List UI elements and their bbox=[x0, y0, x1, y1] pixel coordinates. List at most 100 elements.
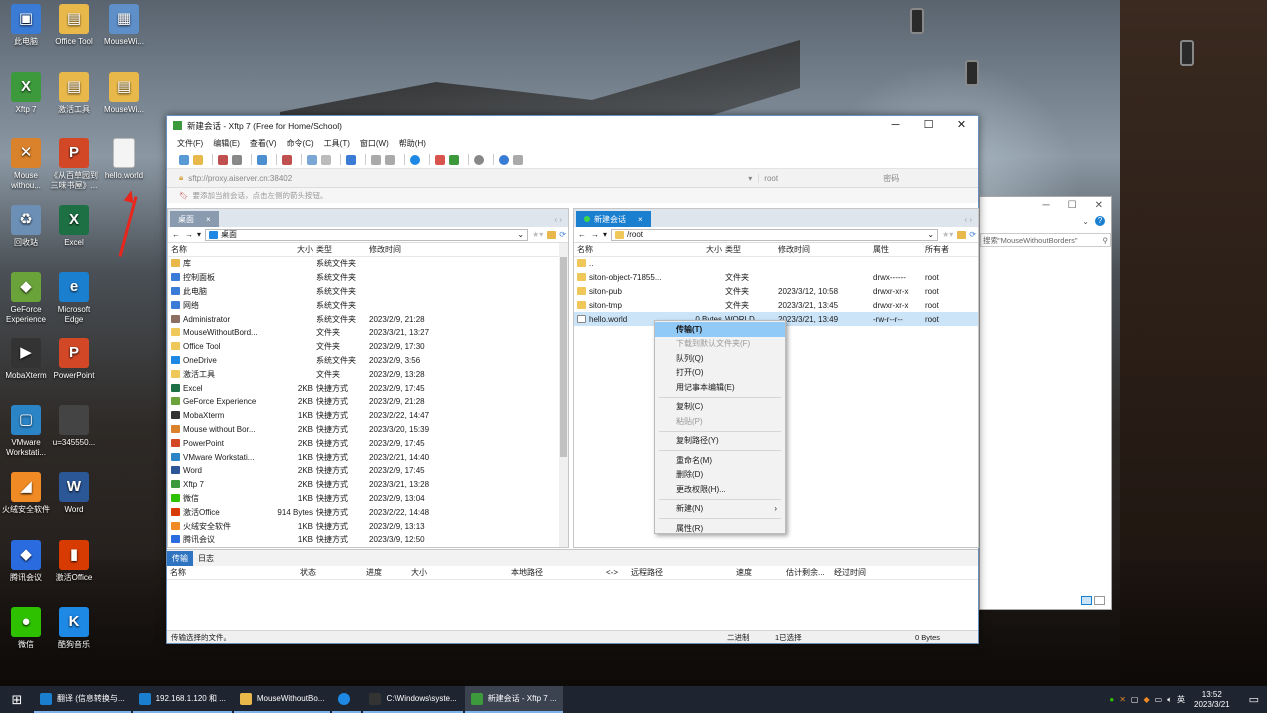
minimize-button[interactable]: ─ bbox=[879, 116, 912, 135]
menu-item[interactable]: 工具(T) bbox=[324, 138, 350, 149]
context-menu-item[interactable]: 重命名(M) bbox=[655, 453, 785, 468]
transfer-column-header[interactable]: 状态 bbox=[297, 567, 363, 578]
close-icon[interactable]: ✕ bbox=[1095, 200, 1103, 211]
search-icon[interactable]: ⚲ bbox=[1103, 236, 1111, 245]
chevron-down-icon[interactable]: ⌄ bbox=[927, 230, 937, 239]
local-file-row[interactable]: VMware Workstati... 1KB 快捷方式 2023/2/21, 14:… bbox=[168, 450, 568, 464]
transfer-column-header[interactable]: 速度 bbox=[733, 567, 783, 578]
title-bar[interactable]: 新建会话 - Xftp 7 (Free for Home/School) ─ ☐… bbox=[167, 116, 978, 135]
folder-icon[interactable] bbox=[547, 230, 557, 239]
local-file-row[interactable]: 火绒安全软件 1KB 快捷方式 2023/2/9, 13:13 bbox=[168, 519, 568, 533]
local-file-row[interactable]: MouseWithoutBord... 文件夹 2023/3/21, 13:27 bbox=[168, 326, 568, 340]
desktop-icon-11[interactable]: ◆ GeForce Experience bbox=[0, 272, 52, 325]
local-scrollbar[interactable] bbox=[559, 243, 568, 547]
paste-icon[interactable] bbox=[321, 154, 331, 165]
desktop-icon-1[interactable]: ▤ Office Tool bbox=[48, 4, 100, 47]
desktop-icon-8[interactable]: hello.world bbox=[98, 138, 150, 181]
local-file-row[interactable]: 网络 系统文件夹 bbox=[168, 298, 568, 312]
refresh-icon[interactable]: ⟳ bbox=[969, 230, 976, 239]
transfer-column-header[interactable]: 远程路径 bbox=[628, 567, 733, 578]
xshell-icon[interactable] bbox=[435, 154, 445, 165]
dropdown-icon[interactable]: ▾ bbox=[748, 174, 752, 183]
details-view-icon[interactable] bbox=[1081, 596, 1092, 605]
maximize-icon[interactable]: ☐ bbox=[1068, 200, 1077, 211]
help-icon[interactable] bbox=[499, 154, 509, 165]
menu-item[interactable]: 查看(V) bbox=[250, 138, 277, 149]
tray-icon[interactable]: ▢ bbox=[1131, 695, 1139, 704]
context-menu-item[interactable]: 复制路径(Y) bbox=[655, 434, 785, 449]
transfer-column-header[interactable]: 大小 bbox=[408, 567, 508, 578]
local-file-row[interactable]: 库 系统文件夹 bbox=[168, 257, 568, 271]
huorong-tray-icon[interactable]: ◆ bbox=[1143, 695, 1149, 704]
desktop-icon-6[interactable]: ✕ Mouse withou... bbox=[0, 138, 52, 191]
bookmark-icon[interactable]: ★▾ bbox=[532, 230, 543, 239]
desktop-icon-13[interactable]: ▶ MobaXterm bbox=[0, 338, 52, 381]
terminal-icon[interactable] bbox=[282, 154, 292, 165]
taskbar-button[interactable]: 翻译 (信息转换与... bbox=[34, 686, 131, 713]
local-file-row[interactable]: MobaXterm 1KB 快捷方式 2023/2/22, 14:47 bbox=[168, 409, 568, 423]
chevron-down-icon[interactable]: ▾ bbox=[197, 230, 201, 239]
xftp-window[interactable]: 新建会话 - Xftp 7 (Free for Home/School) ─ ☐… bbox=[166, 115, 979, 644]
password-input[interactable]: 密码 bbox=[873, 173, 899, 184]
desktop-icon-2[interactable]: ▦ MouseWi... bbox=[98, 4, 150, 47]
sync-icon[interactable] bbox=[346, 154, 356, 165]
desktop-icon-20[interactable]: ▮ 激活Office bbox=[48, 540, 100, 583]
back-arrow-icon[interactable]: ← bbox=[578, 230, 586, 239]
folder-icon[interactable] bbox=[957, 230, 967, 239]
close-tab-icon[interactable]: × bbox=[638, 215, 643, 224]
desktop-icon-21[interactable]: ● 微信 bbox=[0, 607, 52, 650]
network-icon[interactable]: ▭ bbox=[1155, 695, 1163, 704]
delete-icon[interactable] bbox=[385, 154, 395, 165]
transfer-column-header[interactable]: 本地路径 bbox=[508, 567, 603, 578]
desktop-icon-0[interactable]: ▣ 此电脑 bbox=[0, 4, 52, 47]
xftp-icon[interactable] bbox=[449, 154, 459, 165]
copy-icon[interactable] bbox=[307, 154, 317, 165]
local-file-row[interactable]: PowerPoint 2KB 快捷方式 2023/2/9, 17:45 bbox=[168, 436, 568, 450]
desktop-icon-15[interactable]: ▢ VMware Workstati... bbox=[0, 405, 52, 458]
scroll-thumb[interactable] bbox=[560, 257, 567, 457]
desktop-icon-19[interactable]: ◆ 腾讯会议 bbox=[0, 540, 52, 583]
windows-start-icon[interactable]: ⊞ bbox=[0, 692, 34, 708]
local-file-row[interactable]: OneDrive 系统文件夹 2023/2/9, 3:56 bbox=[168, 354, 568, 368]
transfer-column-header[interactable]: <-> bbox=[603, 568, 628, 577]
local-file-row[interactable]: 控制面板 系统文件夹 bbox=[168, 271, 568, 285]
new-session-icon[interactable] bbox=[179, 154, 189, 165]
context-menu-item[interactable]: 队列(Q) bbox=[655, 351, 785, 366]
local-file-row[interactable]: Word 2KB 快捷方式 2023/2/9, 17:45 bbox=[168, 464, 568, 478]
wechat-tray-icon[interactable]: ● bbox=[1109, 695, 1114, 704]
help-icon[interactable]: ? bbox=[1095, 216, 1105, 226]
tab-log[interactable]: 日志 bbox=[193, 551, 219, 566]
remote-file-row[interactable]: siton-tmp 文件夹 2023/3/21, 13:45 drwxr-xr-x ro… bbox=[574, 298, 978, 312]
menu-item[interactable]: 编辑(E) bbox=[213, 138, 240, 149]
background-explorer-window[interactable]: ─ ☐ ✕ ⌄? 搜索"MouseWithoutBorders" ⚲ bbox=[979, 196, 1112, 610]
remote-file-row[interactable]: .. bbox=[574, 257, 978, 271]
properties-icon[interactable] bbox=[371, 154, 381, 165]
tab-local-desktop[interactable]: 桌面 × bbox=[170, 211, 219, 227]
context-menu-item[interactable]: 粘贴(P) bbox=[655, 414, 785, 429]
remote-file-row[interactable]: siton-object-71855... 文件夹 drwx------ root bbox=[574, 271, 978, 285]
host-input[interactable]: sftp://proxy.aiserver.cn:38402 bbox=[188, 174, 748, 183]
column-header[interactable]: 大小 bbox=[263, 244, 313, 255]
bookmark-icon[interactable]: 🔖︎ bbox=[179, 191, 189, 200]
desktop-icon-10[interactable]: X Excel bbox=[48, 205, 100, 248]
desktop-icon-16[interactable]: u=345550... bbox=[48, 405, 100, 448]
minimize-icon[interactable]: ─ bbox=[1043, 200, 1050, 211]
local-file-row[interactable]: Excel 2KB 快捷方式 2023/2/9, 17:45 bbox=[168, 381, 568, 395]
context-menu-item[interactable]: 更改权限(H)... bbox=[655, 482, 785, 497]
taskbar-button[interactable]: MouseWithoutBo... bbox=[233, 686, 331, 713]
bookmark-icon[interactable]: ★▾ bbox=[942, 230, 953, 239]
tab-transfer[interactable]: 传输 bbox=[167, 550, 193, 566]
open-folder-icon[interactable] bbox=[193, 154, 203, 165]
column-header[interactable]: 所有者 bbox=[922, 244, 972, 255]
transfer-column-header[interactable]: 经过时间 bbox=[831, 567, 891, 578]
back-arrow-icon[interactable]: ← bbox=[172, 230, 180, 239]
local-path-input[interactable]: 桌面 ⌄ bbox=[205, 228, 529, 241]
desktop-icon-14[interactable]: P PowerPoint bbox=[48, 338, 100, 381]
new-tab-icon[interactable] bbox=[257, 154, 267, 165]
transfer-column-header[interactable]: 名称 bbox=[167, 567, 297, 578]
menu-item[interactable]: 帮助(H) bbox=[399, 138, 426, 149]
desktop-icon-12[interactable]: e Microsoft Edge bbox=[48, 272, 100, 325]
forward-arrow-icon[interactable]: → bbox=[185, 230, 193, 239]
desktop-icon-17[interactable]: ◢ 火绒安全软件 bbox=[0, 472, 52, 515]
local-file-row[interactable]: Xftp 7 2KB 快捷方式 2023/3/21, 13:28 bbox=[168, 478, 568, 492]
